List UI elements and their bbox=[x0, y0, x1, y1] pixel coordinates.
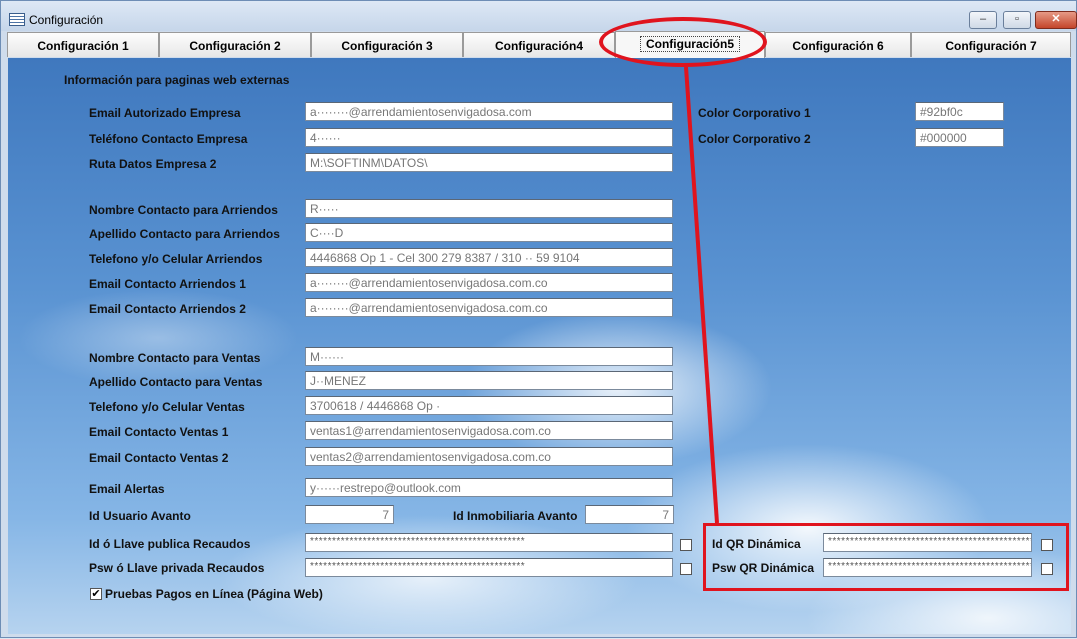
rentals-name-field[interactable]: R····· bbox=[305, 199, 673, 218]
sales-email2-field[interactable]: ventas2@arrendamientosenvigadosa.com.co bbox=[305, 447, 673, 466]
tab-configuracion-4[interactable]: Configuración4 bbox=[463, 32, 615, 57]
company-path-label: Ruta Datos Empresa 2 bbox=[89, 157, 217, 171]
test-payments-label: Pruebas Pagos en Línea (Página Web) bbox=[105, 587, 323, 601]
avanto-user-label: Id Usuario Avanto bbox=[89, 509, 191, 523]
company-path-field[interactable]: M:\SOFTINM\DATOS\ bbox=[305, 153, 673, 172]
annotation-rectangle bbox=[703, 523, 1069, 591]
table-icon bbox=[9, 13, 25, 26]
sales-email1-field[interactable]: ventas1@arrendamientosenvigadosa.com.co bbox=[305, 421, 673, 440]
rentals-email2-label: Email Contacto Arriendos 2 bbox=[89, 302, 246, 316]
sales-lastname-field[interactable]: J··MENEZ bbox=[305, 371, 673, 390]
company-phone-label: Teléfono Contacto Empresa bbox=[89, 132, 248, 146]
rentals-email1-field[interactable]: a········@arrendamientosenvigadosa.com.c… bbox=[305, 273, 673, 292]
tab-configuracion-7[interactable]: Configuración 7 bbox=[911, 32, 1071, 57]
sales-phone-field[interactable]: 3700618 / 4446868 Op · bbox=[305, 396, 673, 415]
recaudos-private-checkbox[interactable] bbox=[680, 563, 692, 575]
test-payments-checkbox[interactable]: ✔ bbox=[90, 588, 102, 600]
rentals-phone-label: Telefono y/o Celular Arriendos bbox=[89, 252, 263, 266]
title-bar[interactable]: Configuración – ▫ ✕ bbox=[1, 1, 1077, 31]
color1-label: Color Corporativo 1 bbox=[698, 106, 811, 120]
minimize-button[interactable]: – bbox=[969, 11, 997, 29]
configuration-window: Configuración – ▫ ✕ Configuración 1 Conf… bbox=[0, 0, 1077, 638]
section-title: Información para paginas web externas bbox=[64, 73, 290, 87]
tab-configuracion-6[interactable]: Configuración 6 bbox=[765, 32, 911, 57]
rentals-lastname-label: Apellido Contacto para Arriendos bbox=[89, 227, 280, 241]
alerts-email-label: Email Alertas bbox=[89, 482, 165, 496]
recaudos-public-checkbox[interactable] bbox=[680, 539, 692, 551]
recaudos-public-label: Id ó Llave publica Recaudos bbox=[89, 537, 251, 551]
rentals-email2-field[interactable]: a········@arrendamientosenvigadosa.com.c… bbox=[305, 298, 673, 317]
company-email-label: Email Autorizado Empresa bbox=[89, 106, 241, 120]
avanto-inmob-field[interactable]: 7 bbox=[585, 505, 674, 524]
color2-label: Color Corporativo 2 bbox=[698, 132, 811, 146]
recaudos-public-field[interactable]: ****************************************… bbox=[305, 533, 673, 552]
sales-email2-label: Email Contacto Ventas 2 bbox=[89, 451, 229, 465]
tab-configuracion-3[interactable]: Configuración 3 bbox=[311, 32, 463, 57]
tab-bar: Configuración 1 Configuración 2 Configur… bbox=[7, 31, 1071, 58]
rentals-phone-field[interactable]: 4446868 Op 1 - Cel 300 279 8387 / 310 ··… bbox=[305, 248, 673, 267]
alerts-email-field[interactable]: y······restrepo@outlook.com bbox=[305, 478, 673, 497]
tab-configuracion-2[interactable]: Configuración 2 bbox=[159, 32, 311, 57]
annotation-ellipse bbox=[599, 17, 767, 67]
sales-name-field[interactable]: M······ bbox=[305, 347, 673, 366]
company-email-field[interactable]: a········@arrendamientosenvigadosa.com bbox=[305, 102, 673, 121]
sales-phone-label: Telefono y/o Celular Ventas bbox=[89, 400, 245, 414]
recaudos-private-label: Psw ó Llave privada Recaudos bbox=[89, 561, 265, 575]
color2-field[interactable]: #000000 bbox=[915, 128, 1004, 147]
avanto-inmob-label: Id Inmobiliaria Avanto bbox=[453, 509, 578, 523]
sales-lastname-label: Apellido Contacto para Ventas bbox=[89, 375, 263, 389]
window-title: Configuración bbox=[29, 13, 104, 27]
sales-email1-label: Email Contacto Ventas 1 bbox=[89, 425, 229, 439]
rentals-email1-label: Email Contacto Arriendos 1 bbox=[89, 277, 246, 291]
avanto-user-field[interactable]: 7 bbox=[305, 505, 394, 524]
maximize-button[interactable]: ▫ bbox=[1003, 11, 1031, 29]
rentals-lastname-field[interactable]: C····D bbox=[305, 223, 673, 242]
rentals-name-label: Nombre Contacto para Arriendos bbox=[89, 203, 278, 217]
sales-name-label: Nombre Contacto para Ventas bbox=[89, 351, 261, 365]
color1-field[interactable]: #92bf0c bbox=[915, 102, 1004, 121]
recaudos-private-field[interactable]: ****************************************… bbox=[305, 558, 673, 577]
company-phone-field[interactable]: 4······ bbox=[305, 128, 673, 147]
close-button[interactable]: ✕ bbox=[1035, 11, 1077, 29]
tab-configuracion-1[interactable]: Configuración 1 bbox=[7, 32, 159, 57]
